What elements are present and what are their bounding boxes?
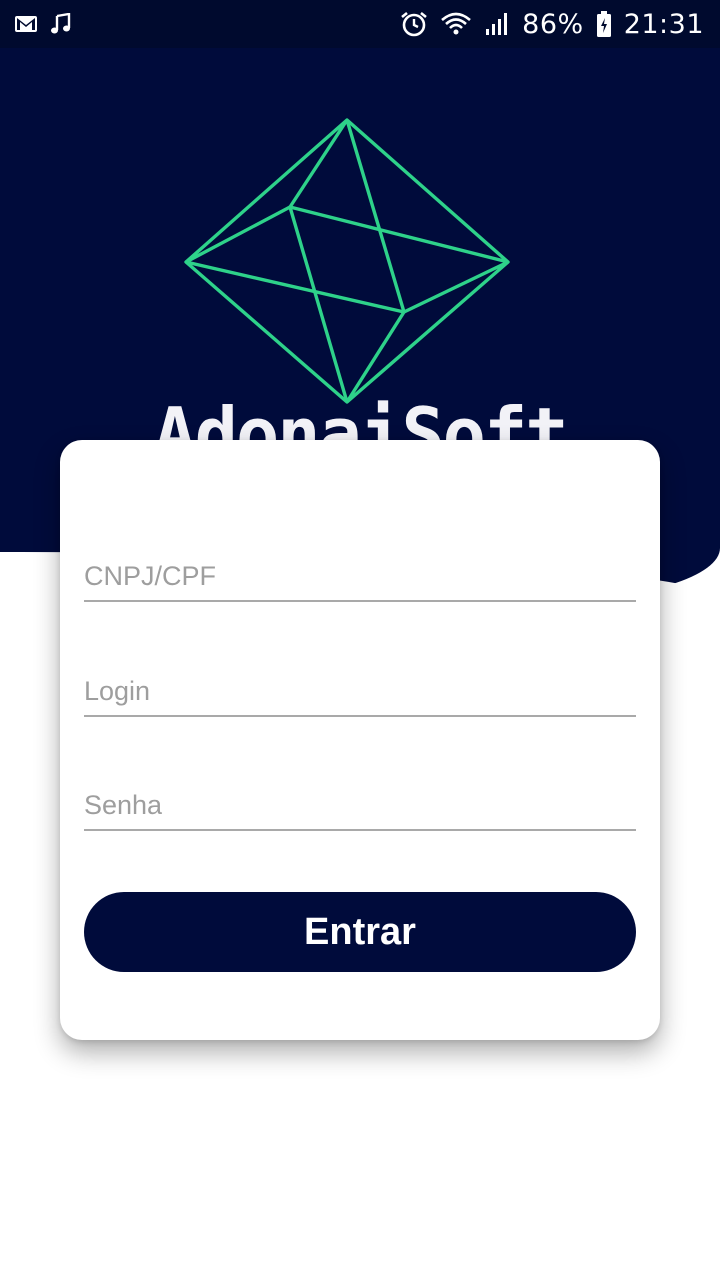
alarm-icon: [400, 11, 428, 37]
music-note-icon: [50, 13, 72, 35]
adonaisoft-logo-icon: [184, 118, 510, 404]
battery-icon: [596, 10, 612, 38]
password-input[interactable]: [84, 781, 636, 831]
gmail-icon: [14, 14, 38, 34]
clock: 21:31: [623, 8, 704, 40]
login-card: Entrar: [60, 440, 660, 1040]
status-bar: 86% 21:31: [0, 0, 720, 48]
wifi-icon: [440, 11, 472, 37]
status-bar-right: 86% 21:31: [400, 9, 704, 40]
cnpj-cpf-input[interactable]: [84, 552, 636, 602]
status-bar-left: [14, 13, 72, 35]
battery-percent: 86%: [522, 8, 584, 40]
enter-button[interactable]: Entrar: [84, 892, 636, 972]
login-input[interactable]: [84, 667, 636, 717]
signal-icon: [484, 11, 510, 37]
